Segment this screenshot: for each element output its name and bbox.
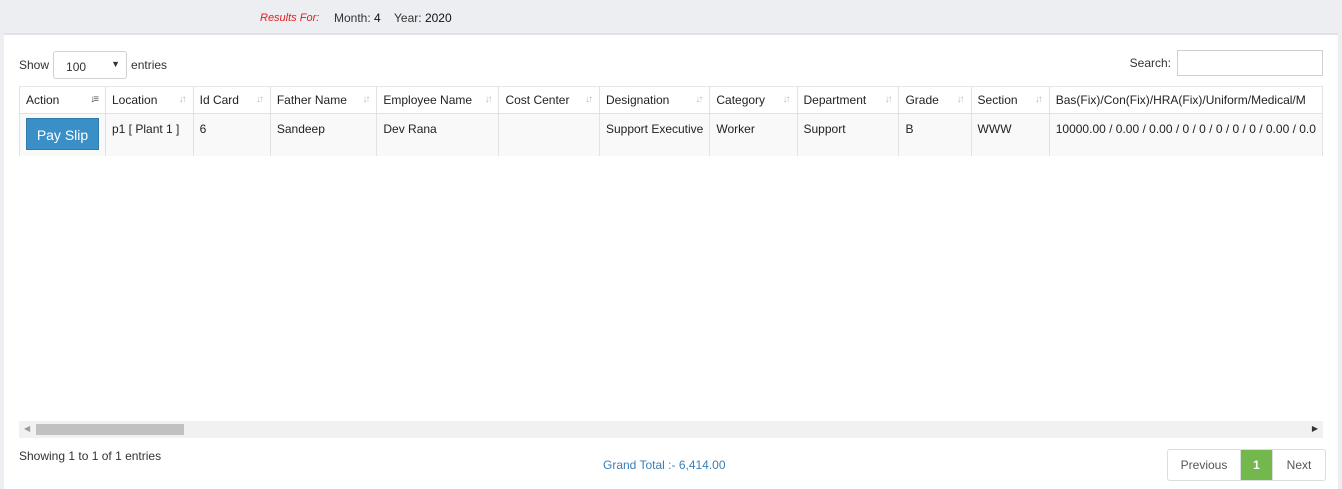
column-header-action[interactable]: Action ↓≡	[19, 86, 106, 114]
sort-icon: ↓↑	[584, 94, 593, 105]
cell-father-name: Sandeep	[269, 113, 378, 156]
scroll-right-arrow-icon[interactable]: ▶	[1312, 424, 1318, 433]
pagination: Previous 1 Next	[1167, 449, 1326, 481]
sort-icon: ↓↑	[255, 94, 264, 105]
sort-icon: ↓↑	[884, 94, 892, 105]
column-header-designation[interactable]: Designation ↓↑	[598, 86, 711, 114]
cell-salary-components: 10000.00 / 0.00 / 0.00 / 0 / 0 / 0 / 0 /…	[1048, 113, 1323, 156]
report-panel: Show 100 ▼ entries Search: Action ↓≡ Loca…	[4, 33, 1338, 489]
sort-icon: ↓↑	[782, 94, 791, 105]
cell-employee-name: Dev Rana	[376, 113, 500, 156]
year-label: Year:	[394, 11, 422, 25]
column-header-employee-name[interactable]: Employee Name ↓↑	[376, 86, 500, 114]
month-label: Month:	[334, 11, 371, 25]
grand-total: Grand Total :- 6,414.00	[603, 458, 726, 472]
cell-location: p1 [ Plant 1 ]	[105, 113, 194, 156]
cell-section: WWW	[970, 113, 1050, 156]
month-info: Month: 4	[334, 11, 381, 25]
cell-cost-center	[498, 113, 600, 156]
sort-icon: ↓↑	[178, 94, 187, 105]
cell-action: Pay Slip	[19, 113, 106, 156]
previous-page-button[interactable]: Previous	[1168, 450, 1241, 480]
table-header-row: Action ↓≡ Location ↓↑ Id Card ↓↑ Father Nam…	[19, 86, 1323, 114]
search-label: Search:	[1129, 56, 1171, 70]
column-header-department[interactable]: Department ↓↑	[796, 86, 900, 114]
column-header-location[interactable]: Location ↓↑	[105, 86, 194, 114]
table-row: Pay Slip p1 [ Plant 1 ] 6 Sandeep Dev Ra…	[19, 113, 1323, 156]
cell-grade: B	[898, 113, 972, 156]
cell-designation: Support Executive	[598, 113, 711, 156]
column-header-label: Designation	[605, 93, 670, 107]
column-header-category[interactable]: Category ↓↑	[709, 86, 798, 114]
column-header-label: Action	[26, 93, 60, 107]
column-header-label: Department	[803, 93, 867, 107]
column-header-label: Father Name	[276, 93, 347, 107]
year-value: 2020	[424, 11, 452, 25]
results-header: Results For: Month: 4 Year: 2020	[0, 0, 1342, 34]
entries-length-control: Show 100 ▼ entries	[19, 51, 167, 79]
column-header-id-card[interactable]: Id Card ↓↑	[192, 86, 271, 114]
column-header-label: Cost Center	[505, 93, 570, 107]
scroll-left-arrow-icon[interactable]: ◀	[24, 424, 30, 433]
sort-icon: ↓↑	[695, 94, 703, 105]
column-header-father-name[interactable]: Father Name ↓↑	[269, 86, 378, 114]
sort-icon: ↓↑	[362, 94, 370, 105]
table-info: Showing 1 to 1 of 1 entries	[19, 449, 162, 463]
employee-table-wrapper: Action ↓≡ Location ↓↑ Id Card ↓↑ Father Nam…	[19, 86, 1323, 156]
page-1-button[interactable]: 1	[1241, 450, 1273, 480]
sort-icon: ↓↑	[484, 94, 492, 105]
sort-asc-icon: ↓≡	[90, 94, 99, 105]
horizontal-scrollbar[interactable]: ◀ ▶	[19, 421, 1323, 438]
results-for-label: Results For:	[260, 12, 320, 24]
sort-icon: ↓↑	[956, 94, 965, 105]
search-input[interactable]	[1177, 50, 1323, 76]
next-page-button[interactable]: Next	[1273, 450, 1325, 480]
pay-slip-button[interactable]: Pay Slip	[26, 118, 99, 150]
entries-select-value: 100	[66, 60, 87, 74]
column-header-section[interactable]: Section ↓↑	[970, 86, 1050, 114]
sort-icon: ↓↑	[1034, 94, 1043, 105]
chevron-down-icon: ▼	[111, 59, 121, 69]
show-label: Show	[19, 58, 50, 72]
entries-select[interactable]: 100 ▼	[53, 51, 128, 79]
column-header-label: Id Card	[199, 93, 239, 107]
column-header-label: Category	[716, 93, 766, 107]
month-value: 4	[374, 11, 381, 25]
entries-label: entries	[131, 58, 168, 72]
employee-table: Action ↓≡ Location ↓↑ Id Card ↓↑ Father Nam…	[19, 86, 1323, 156]
column-header-label: Employee Name	[383, 93, 473, 107]
column-header-label: Section	[977, 93, 1018, 107]
cell-id-card: 6	[192, 113, 271, 156]
scrollbar-thumb[interactable]	[36, 424, 184, 435]
column-header-label: Location	[112, 93, 158, 107]
cell-category: Worker	[709, 113, 798, 156]
cell-department: Support	[796, 113, 900, 156]
column-header-grade[interactable]: Grade ↓↑	[898, 86, 972, 114]
search-control: Search:	[1130, 50, 1323, 76]
column-header-salary-components[interactable]: Bas(Fix)/Con(Fix)/HRA(Fix)/Uniform/Medic…	[1048, 86, 1323, 114]
column-header-cost-center[interactable]: Cost Center ↓↑	[498, 86, 600, 114]
column-header-label: Bas(Fix)/Con(Fix)/HRA(Fix)/Uniform/Medic…	[1055, 93, 1306, 107]
year-info: Year: 2020	[394, 11, 452, 25]
column-header-label: Grade	[905, 93, 939, 107]
